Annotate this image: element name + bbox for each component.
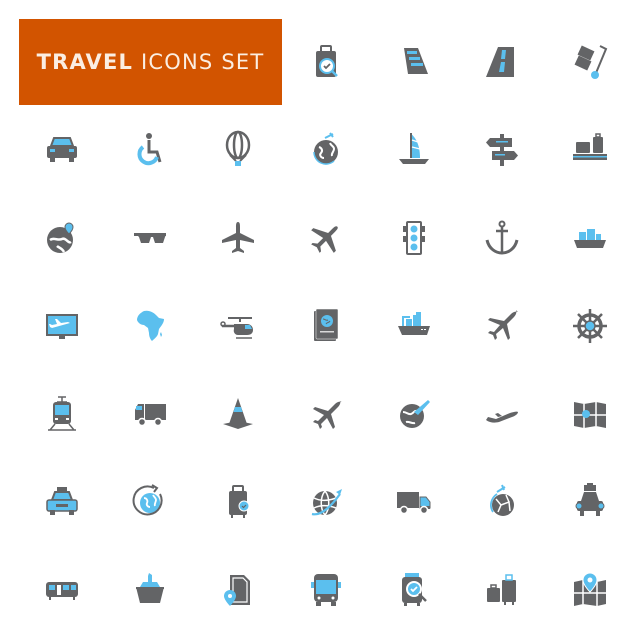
icon-cell [120,120,180,180]
icon-cell [32,296,92,356]
cruise-ship-icon [130,570,170,610]
icon-cell [472,32,532,92]
icon-cell [472,384,532,444]
car-icon [42,130,82,170]
icon-cell [120,560,180,620]
icon-cell [560,32,620,92]
globe-location-icon [42,218,82,258]
icon-cell [472,560,532,620]
icon-cell [560,120,620,180]
traffic-light-icon [394,218,434,258]
globe-plane-icon [394,394,434,434]
icon-cell [208,560,268,620]
icon-cell [32,472,92,532]
airplane-takeoff-icon [482,306,522,346]
icon-cell [384,472,444,532]
icon-cell [120,296,180,356]
icon-cell [208,296,268,356]
car-roof-luggage-icon [570,482,610,522]
map-pin-icon [570,570,610,610]
wheelchair-icon [130,130,170,170]
taxi-icon [42,482,82,522]
passport-icon [306,306,346,346]
icon-cell [296,120,356,180]
icon-cell [208,120,268,180]
road-icon [482,42,522,82]
cargo-ship-icon [570,218,610,258]
truck-icon [130,394,170,434]
bus-icon [306,570,346,610]
globe-flight-path-icon [306,482,346,522]
icon-cell [32,384,92,444]
traffic-cone-icon [218,394,258,434]
icon-cell [472,296,532,356]
icon-cell [296,32,356,92]
ship-wheel-icon [570,306,610,346]
airplane-side-icon [482,394,522,434]
suitcase-check-icon [218,482,258,522]
icon-cell [560,472,620,532]
globe-flight-icon [306,130,346,170]
icon-cell [120,472,180,532]
luggage-set-icon [482,570,522,610]
icon-cell [32,560,92,620]
banner-title: TRAVEL ICONS SET [37,50,265,74]
railway-track-icon [394,42,434,82]
container-ship-icon [394,306,434,346]
globe-refresh-icon [130,482,170,522]
icon-cell [472,208,532,268]
airplane-outline-icon [306,394,346,434]
tram-icon [42,394,82,434]
icon-cell [296,208,356,268]
flight-monitor-icon [42,306,82,346]
folded-map-pin-icon [570,394,610,434]
hot-air-balloon-icon [218,130,258,170]
helicopter-icon [218,306,258,346]
title-banner: TRAVEL ICONS SET [19,19,282,105]
globe-route-icon [482,482,522,522]
icon-cell [208,384,268,444]
icon-cell [384,120,444,180]
icon-cell [384,208,444,268]
icon-cell [296,384,356,444]
delivery-truck-icon [394,482,434,522]
icon-cell [296,472,356,532]
sailboat-icon [394,130,434,170]
train-icon [42,570,82,610]
icon-cell [296,560,356,620]
banner-title-bold: TRAVEL [36,50,134,74]
icon-cell [120,208,180,268]
luggage-check-icon [306,42,346,82]
banner-title-rest: ICONS SET [141,50,265,74]
icon-cell [32,120,92,180]
document-location-icon [218,570,258,610]
signpost-icon [482,130,522,170]
icon-cell [32,208,92,268]
icon-cell [384,384,444,444]
airplane-diagonal-icon [306,218,346,258]
icon-cell [296,296,356,356]
icon-cell [208,472,268,532]
icon-cell [560,296,620,356]
baggage-conveyor-icon [570,130,610,170]
icon-cell [384,32,444,92]
icon-cell [120,384,180,444]
icon-cell [560,384,620,444]
icon-cell [472,120,532,180]
baggage-scan-icon [394,570,434,610]
airplane-icon [218,218,258,258]
icon-cell [208,208,268,268]
icon-cell [384,296,444,356]
hand-truck-icon [570,42,610,82]
icon-cell [472,472,532,532]
icon-cell [560,208,620,268]
icon-cell [384,560,444,620]
africa-map-icon [130,306,170,346]
anchor-icon [482,218,522,258]
icon-cell [560,560,620,620]
sunglasses-icon [130,218,170,258]
